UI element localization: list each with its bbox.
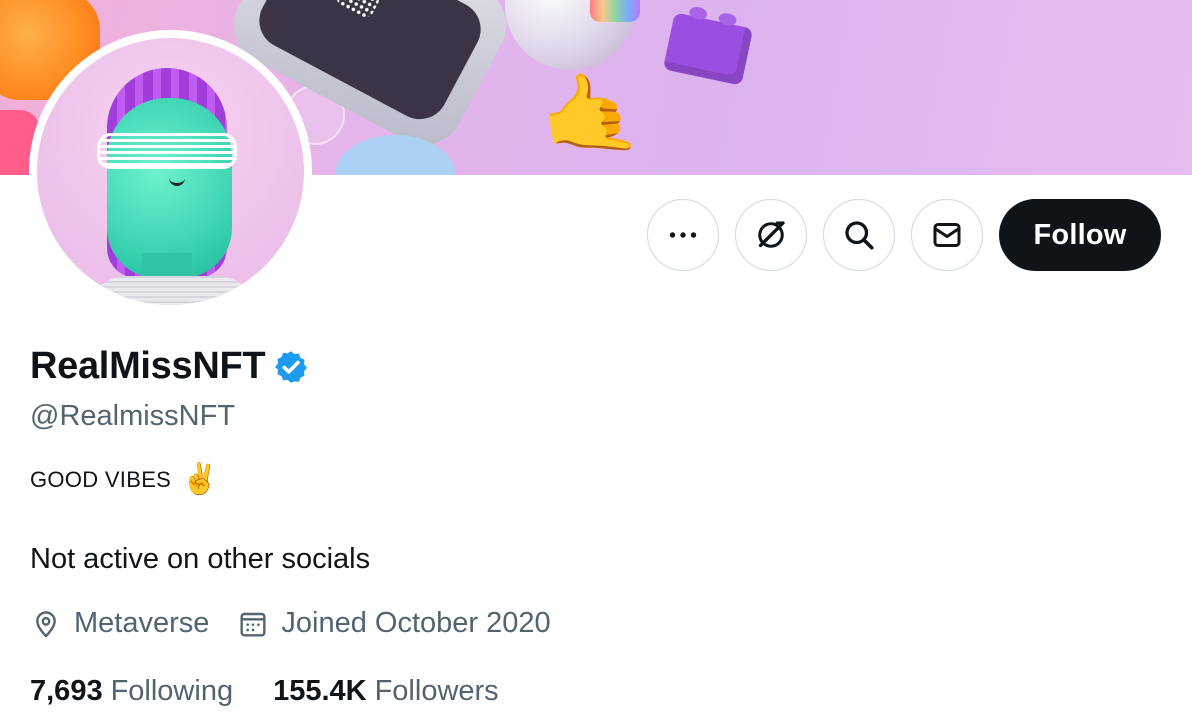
grok-button[interactable] xyxy=(735,199,807,271)
avatar-head xyxy=(107,98,232,278)
banner-rainbow-shape xyxy=(590,0,640,22)
verified-badge-icon[interactable] xyxy=(273,349,309,385)
envelope-icon xyxy=(933,223,961,247)
avatar[interactable] xyxy=(29,30,312,313)
following-count: 7,693 xyxy=(30,675,103,707)
location-item: Metaverse xyxy=(30,607,209,640)
followers-link[interactable]: 155.4K Followers xyxy=(273,675,499,708)
avatar-glasses xyxy=(97,133,237,169)
more-horizontal-icon xyxy=(669,232,697,238)
bio-line-1: GOOD VIBES ✌️ xyxy=(30,465,219,495)
display-name: RealMissNFT xyxy=(30,345,266,387)
peace-sign-icon: ✌️ xyxy=(181,463,219,496)
grok-icon xyxy=(758,221,785,248)
location-pin-icon xyxy=(36,610,56,637)
more-button[interactable] xyxy=(647,199,719,271)
calendar-icon xyxy=(240,612,266,637)
profile-handle: @RealmissNFT xyxy=(30,400,236,432)
joined-text: Joined October 2020 xyxy=(281,607,551,639)
search-button[interactable] xyxy=(823,199,895,271)
bio-line-2: Not active on other socials xyxy=(30,543,371,575)
name-row: RealMissNFT xyxy=(30,345,309,388)
following-label: Following xyxy=(110,675,234,707)
search-icon xyxy=(845,221,874,250)
joined-item: Joined October 2020 xyxy=(237,607,551,640)
location-text: Metaverse xyxy=(74,607,210,639)
banner-lego-brick xyxy=(662,12,754,86)
banner-device-dots xyxy=(333,0,383,21)
followers-label: Followers xyxy=(374,675,499,707)
banner-shaka-hand-icon: 🤙 xyxy=(534,63,646,166)
message-button[interactable] xyxy=(911,199,983,271)
avatar-shirt xyxy=(87,276,257,305)
profile-stats: 7,693 Following 155.4K Followers xyxy=(30,675,539,708)
avatar-image xyxy=(37,38,304,305)
profile-meta: Metaverse Joined October 2020 xyxy=(30,607,579,640)
follow-button[interactable]: Follow xyxy=(999,199,1161,271)
following-link[interactable]: 7,693 Following xyxy=(30,675,233,708)
bio-text: GOOD VIBES xyxy=(30,467,172,492)
followers-count: 155.4K xyxy=(273,675,367,707)
